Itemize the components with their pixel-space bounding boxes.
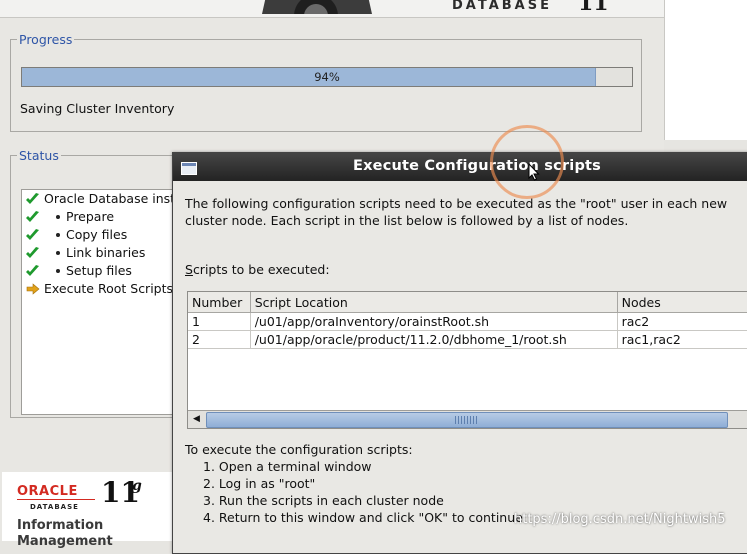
- bullet-icon: [56, 251, 60, 255]
- cursor-highlight-ring: [490, 125, 564, 199]
- dialog-titlebar[interactable]: Execute Configuration scripts: [173, 153, 747, 181]
- check-icon: [26, 229, 39, 240]
- scrollbar-grip-icon: [455, 416, 479, 424]
- bullet-icon: [56, 269, 60, 273]
- status-item-label: Link binaries: [66, 245, 146, 260]
- check-icon: [26, 265, 39, 276]
- check-icon: [26, 211, 39, 222]
- instruction-step: 4. Return to this window and click "OK" …: [203, 510, 523, 525]
- horizontal-scrollbar[interactable]: ◀: [188, 410, 747, 428]
- table-header-row: Number Script Location Nodes: [188, 292, 747, 313]
- window-menu-icon[interactable]: [181, 162, 197, 175]
- status-item-label: Prepare: [66, 209, 115, 224]
- scripts-table: Number Script Location Nodes 1 /u01/app/…: [188, 292, 747, 349]
- execute-scripts-dialog: Execute Configuration scripts The follow…: [172, 152, 747, 554]
- oracle-wordmark: ORACLE: [17, 484, 78, 499]
- column-header-script-location[interactable]: Script Location: [250, 292, 618, 313]
- progress-message: Saving Cluster Inventory: [20, 101, 175, 116]
- status-legend: Status: [19, 148, 59, 163]
- gear-graphic-icon: [262, 0, 372, 14]
- check-icon: [26, 247, 39, 258]
- cell-number: 2: [188, 330, 251, 349]
- scroll-left-icon[interactable]: ◀: [190, 413, 203, 426]
- instruction-step: 3. Run the scripts in each cluster node: [203, 493, 444, 508]
- logo-management-text: Management: [17, 534, 113, 549]
- cell-script-location: /u01/app/oraInventory/orainstRoot.sh: [250, 312, 618, 331]
- status-item-label: Execute Root Scripts: [44, 281, 174, 296]
- cell-nodes: rac2: [617, 312, 747, 331]
- version-fragment: 11: [578, 0, 609, 16]
- status-item-label: Setup files: [66, 263, 132, 278]
- scrollbar-thumb[interactable]: [206, 412, 728, 428]
- scripts-label: Scripts to be executed:: [185, 262, 330, 277]
- instructions: To execute the configuration scripts: 1.…: [185, 441, 523, 526]
- bullet-icon: [56, 233, 60, 237]
- cell-number: 1: [188, 312, 251, 331]
- cell-script-location: /u01/app/oracle/product/11.2.0/dbhome_1/…: [250, 330, 618, 349]
- brand-text: DATABASE: [452, 0, 552, 13]
- arrow-right-icon: [26, 283, 40, 295]
- mouse-pointer-icon: [528, 163, 540, 181]
- oracle-logo: ORACLE DATABASE 11 g Information Managem…: [2, 472, 172, 549]
- instruction-step: 1. Open a terminal window: [203, 459, 372, 474]
- progress-percent: 94%: [314, 70, 340, 84]
- watermark-text: https://blog.csdn.net/Nightwish5: [514, 512, 726, 527]
- logo-version-suffix: g: [132, 478, 142, 494]
- scripts-label-mnemonic: S: [185, 262, 193, 277]
- column-header-nodes[interactable]: Nodes: [617, 292, 747, 313]
- scripts-label-text: cripts to be executed:: [192, 262, 330, 277]
- status-item-label: Oracle Database insta: [44, 191, 183, 206]
- bullet-icon: [56, 215, 60, 219]
- progress-group: Progress 94% Saving Cluster Inventory: [10, 32, 642, 132]
- logo-information-text: Information: [17, 518, 104, 533]
- table-row[interactable]: 2 /u01/app/oracle/product/11.2.0/dbhome_…: [188, 330, 747, 349]
- progress-bar: 94%: [21, 67, 633, 87]
- table-row[interactable]: 1 /u01/app/oraInventory/orainstRoot.sh r…: [188, 312, 747, 331]
- intro-text: The following configuration scripts need…: [185, 196, 728, 228]
- right-panel: [664, 0, 747, 140]
- check-icon: [26, 193, 39, 204]
- instructions-title: To execute the configuration scripts:: [185, 442, 413, 457]
- progress-legend: Progress: [19, 32, 73, 47]
- column-header-number[interactable]: Number: [188, 292, 251, 313]
- logo-database-text: DATABASE: [30, 503, 79, 511]
- logo-underline: [17, 499, 95, 500]
- header-banner: DATABASE 11: [0, 0, 664, 18]
- instruction-step: 2. Log in as "root": [203, 476, 316, 491]
- status-item-label: Copy files: [66, 227, 128, 242]
- scripts-table-container: Number Script Location Nodes 1 /u01/app/…: [187, 291, 747, 429]
- cell-nodes: rac1,rac2: [617, 330, 747, 349]
